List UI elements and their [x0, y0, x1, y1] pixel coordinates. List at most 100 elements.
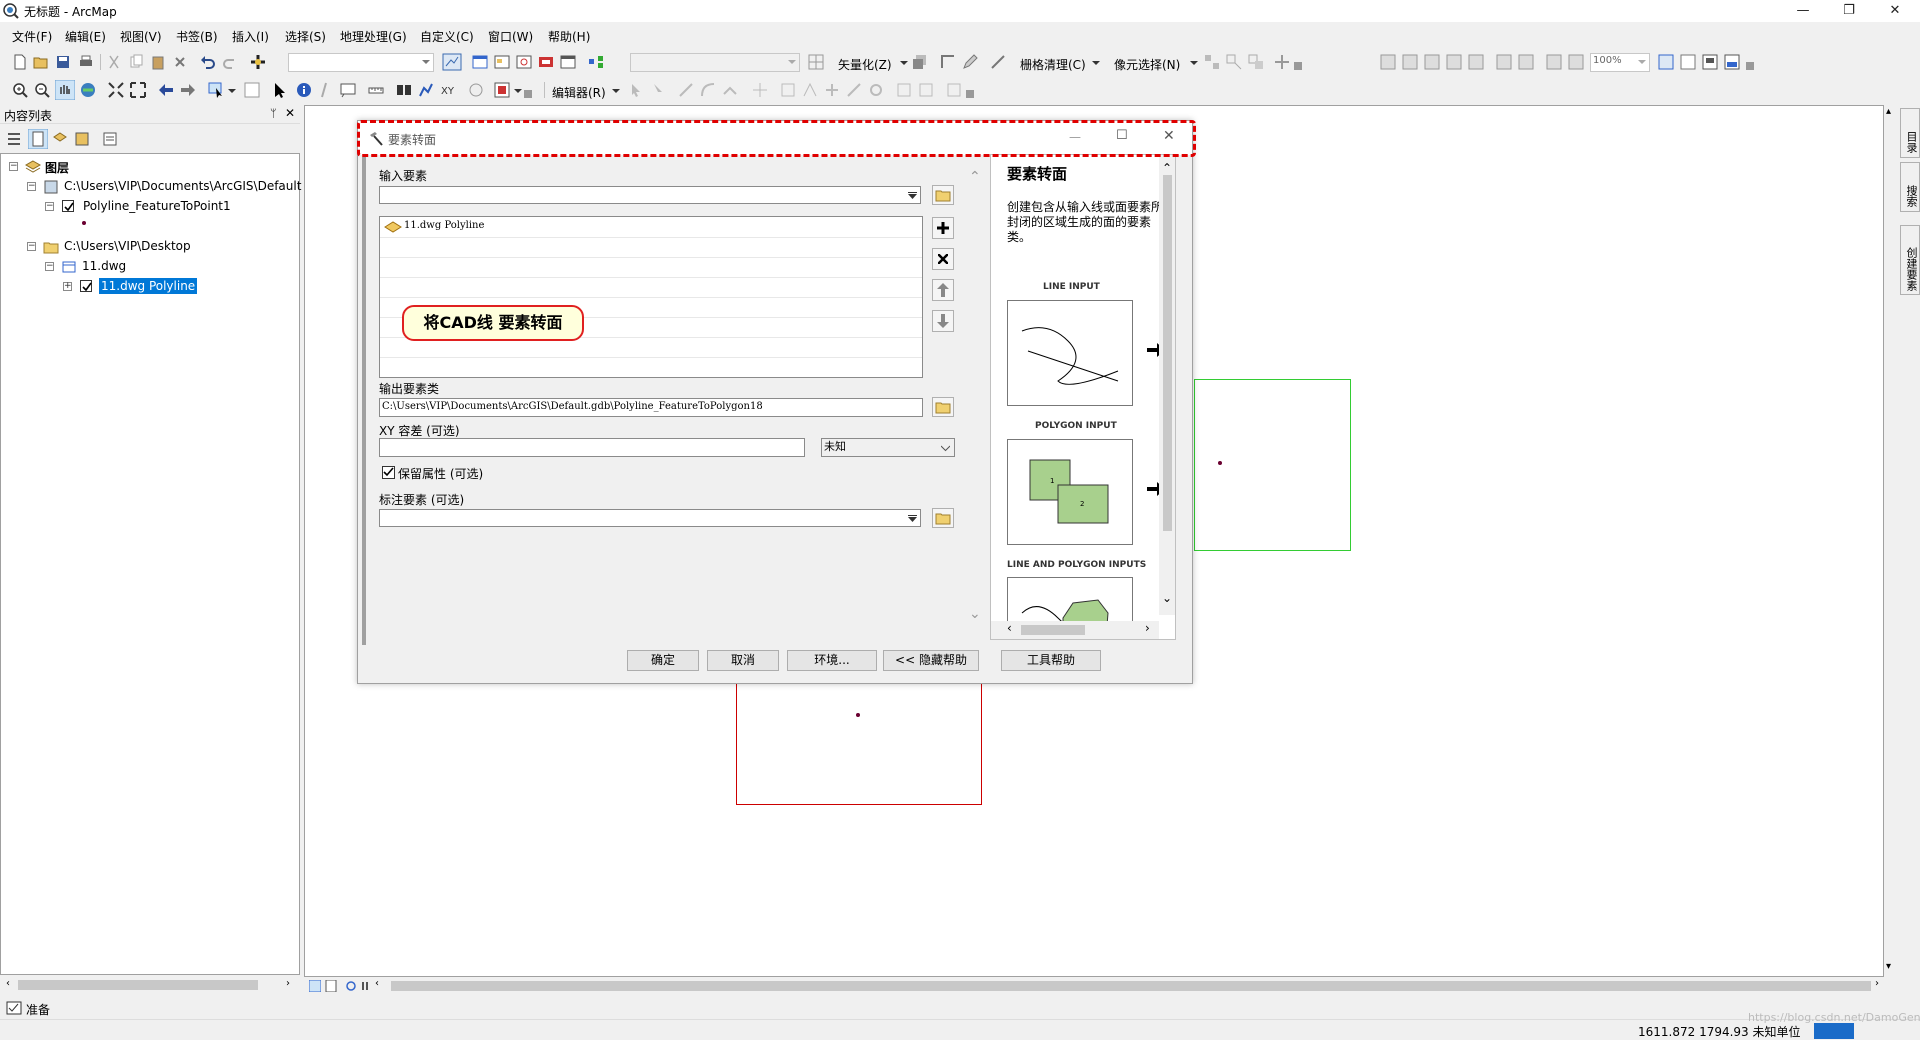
delete-icon[interactable]: [172, 54, 188, 70]
new-document-icon[interactable]: [12, 54, 28, 70]
menu-customize[interactable]: 自定义(C): [420, 28, 474, 45]
cut-polygons-icon[interactable]: [824, 82, 840, 98]
layout-zoom-combo[interactable]: 100%: [1590, 53, 1650, 72]
scroll-right-icon[interactable]: ›: [1875, 978, 1879, 989]
forward-extent-icon[interactable]: [1568, 54, 1584, 70]
tool-help-button[interactable]: 工具帮助: [1001, 650, 1101, 671]
edit-annotation-icon[interactable]: [650, 82, 666, 98]
copy-icon[interactable]: [128, 54, 144, 70]
toolbar-overflow-icon[interactable]: [1294, 62, 1302, 70]
scroll-up-icon[interactable]: ▴: [1886, 106, 1891, 117]
xy-tolerance-input[interactable]: [379, 438, 805, 457]
data-view-icon[interactable]: [309, 980, 321, 992]
toc-window-icon[interactable]: [472, 54, 488, 70]
toc-close-button[interactable]: ✕: [285, 106, 295, 120]
scroll-thumb[interactable]: [18, 980, 258, 990]
catalog-window-icon[interactable]: [494, 54, 510, 70]
trace-segment-icon[interactable]: [722, 82, 738, 98]
editor-menu[interactable]: 编辑器(R): [552, 84, 606, 101]
paste-icon[interactable]: [150, 54, 166, 70]
ime-indicator[interactable]: [1814, 1023, 1854, 1039]
layout-zoom-in-icon[interactable]: [1380, 54, 1396, 70]
list-by-drawing-order-icon[interactable]: [6, 131, 22, 147]
input-features-list[interactable]: 11.dwg Polyline: [379, 216, 923, 378]
layout-view-icon[interactable]: [325, 980, 337, 992]
cut-icon[interactable]: [106, 54, 122, 70]
time-slider-icon[interactable]: [468, 82, 484, 98]
select-elements-icon[interactable]: [272, 82, 288, 98]
collapse-icon[interactable]: −: [45, 202, 54, 211]
hyperlink-icon[interactable]: [318, 82, 334, 98]
collapse-icon[interactable]: −: [27, 182, 36, 191]
trace-icon[interactable]: [940, 54, 956, 70]
menu-bookmarks[interactable]: 书签(B): [176, 28, 218, 45]
restore-button[interactable]: ❐: [1826, 0, 1872, 22]
cell-selection-menu[interactable]: 像元选择(N): [1114, 56, 1180, 73]
raster-snapping-icon[interactable]: [808, 54, 824, 70]
scroll-down-icon[interactable]: ⌄: [969, 606, 981, 622]
browse-input-button[interactable]: [932, 185, 954, 205]
pencil-icon[interactable]: [962, 54, 978, 70]
find-connected-cells-icon[interactable]: [1248, 54, 1264, 70]
go-to-xy-icon[interactable]: XY: [440, 82, 456, 98]
toolbar-overflow-icon[interactable]: [966, 90, 974, 98]
menu-help[interactable]: 帮助(H): [548, 28, 590, 45]
toc-options-icon[interactable]: [102, 131, 118, 147]
raster-cleanup-icon[interactable]: [990, 54, 1006, 70]
open-icon[interactable]: [33, 54, 49, 70]
collapse-icon[interactable]: −: [45, 262, 54, 271]
split-icon[interactable]: [846, 82, 862, 98]
preserve-attributes-checkbox[interactable]: [382, 466, 395, 479]
help-vertical-scrollbar[interactable]: ⌃ ⌄: [1159, 155, 1175, 615]
label-features-combo[interactable]: [379, 509, 921, 527]
straight-segment-icon[interactable]: [678, 82, 694, 98]
input-features-combo[interactable]: [379, 186, 921, 204]
menu-view[interactable]: 视图(V): [120, 28, 162, 45]
scroll-left-icon[interactable]: ‹: [375, 978, 379, 989]
html-popup-icon[interactable]: [340, 82, 356, 98]
expand-icon[interactable]: +: [63, 282, 72, 291]
save-icon[interactable]: [55, 54, 71, 70]
pin-icon[interactable]: ᛘ: [270, 107, 277, 120]
scroll-right-icon[interactable]: ›: [286, 978, 290, 989]
move-up-button[interactable]: [932, 279, 954, 301]
print-icon[interactable]: [78, 54, 94, 70]
focus-data-frame-icon[interactable]: [1680, 54, 1696, 70]
forward-arrow-icon[interactable]: [180, 82, 196, 98]
pan-icon[interactable]: [55, 80, 75, 100]
list-by-source-icon[interactable]: [28, 129, 48, 149]
create-viewer-window-icon[interactable]: [494, 82, 510, 98]
full-extent-icon[interactable]: [80, 82, 96, 98]
sketch-properties-icon[interactable]: [918, 82, 934, 98]
find-route-icon[interactable]: [418, 82, 434, 98]
toolbar-overflow-icon[interactable]: [1746, 62, 1754, 70]
zoom-in-icon[interactable]: [12, 82, 28, 98]
menu-windows[interactable]: 窗口(W): [488, 28, 533, 45]
clear-selection-icon[interactable]: [244, 82, 260, 98]
zoom-100-icon[interactable]: [1468, 54, 1484, 70]
fixed-zoom-out-icon[interactable]: [130, 82, 146, 98]
menu-selection[interactable]: 选择(S): [285, 28, 326, 45]
scroll-thumb[interactable]: [1163, 175, 1172, 531]
point-tool-icon[interactable]: [752, 82, 768, 98]
menu-geoprocessing[interactable]: 地理处理(G): [340, 28, 407, 45]
attributes-icon[interactable]: [896, 82, 912, 98]
layout-pan-icon[interactable]: [1424, 54, 1440, 70]
environments-button[interactable]: 环境...: [787, 650, 877, 671]
create-features-icon[interactable]: [946, 82, 962, 98]
menu-insert[interactable]: 插入(I): [232, 28, 269, 45]
identify-icon[interactable]: [296, 82, 312, 98]
undo-icon[interactable]: [200, 54, 216, 70]
editor-toolbar-icon[interactable]: [442, 53, 462, 71]
measure-icon[interactable]: [368, 82, 384, 98]
layer-visibility-checkbox[interactable]: [80, 280, 92, 292]
unit-select[interactable]: 未知: [821, 438, 955, 457]
back-arrow-icon[interactable]: [158, 82, 174, 98]
catalog-dock-tab[interactable]: 目录: [1900, 108, 1920, 158]
list-by-visibility-icon[interactable]: [52, 131, 68, 147]
search-window-icon[interactable]: [516, 54, 532, 70]
output-feature-class-input[interactable]: C:\Users\VIP\Documents\ArcGIS\Default.gd…: [379, 398, 923, 417]
toc-horizontal-scrollbar[interactable]: ‹ ›: [2, 977, 298, 993]
create-features-dock-tab[interactable]: 创建要素: [1900, 225, 1920, 295]
scroll-up-icon[interactable]: ⌃: [969, 169, 981, 185]
